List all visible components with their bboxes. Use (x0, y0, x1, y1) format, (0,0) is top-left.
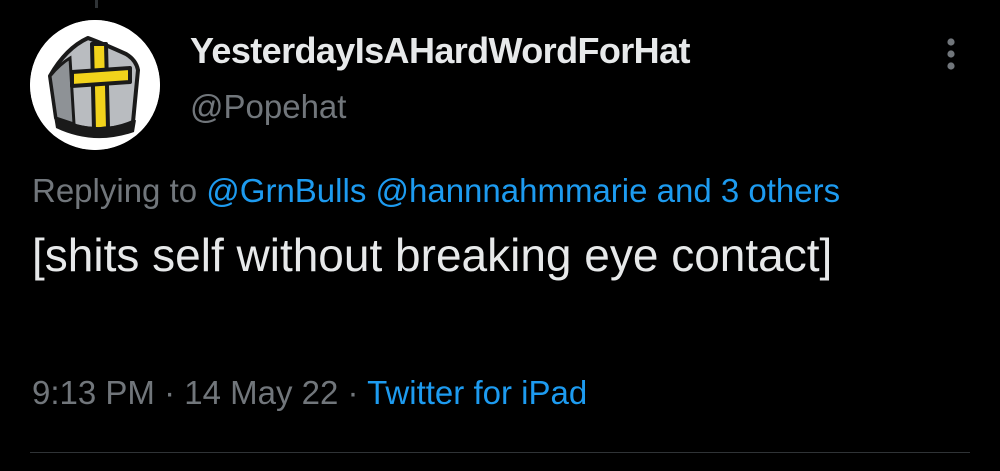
reply-and-word[interactable]: and (657, 172, 712, 209)
tweet-card: YesterdayIsAHardWordForHat @Popehat Repl… (0, 0, 1000, 471)
reply-others-link[interactable]: 3 others (721, 172, 840, 209)
replying-to-label: Replying to (32, 172, 198, 209)
tweet-source-link[interactable]: Twitter for iPad (367, 374, 587, 411)
popehat-mitre-logo-icon (30, 20, 160, 150)
tweet-time[interactable]: 9:13 PM (32, 374, 155, 411)
tweet-metadata: 9:13 PM · 14 May 22 · Twitter for iPad (32, 374, 587, 412)
replying-to-line: Replying to @GrnBulls @hannnahmmarie and… (32, 172, 840, 210)
user-handle[interactable]: @Popehat (190, 88, 346, 126)
metadata-separator: · (164, 374, 176, 411)
tweet-date[interactable]: 14 May 22 (184, 374, 338, 411)
thread-connector-line (95, 0, 98, 8)
more-options-icon[interactable] (936, 34, 966, 74)
reply-mention-link[interactable]: @GrnBulls (206, 172, 366, 209)
reply-mention-link[interactable]: @hannnahmmarie (376, 172, 648, 209)
metadata-separator: · (347, 374, 359, 411)
display-name[interactable]: YesterdayIsAHardWordForHat (190, 30, 690, 72)
tweet-text: [shits self without breaking eye contact… (32, 229, 833, 281)
divider (30, 452, 970, 453)
avatar[interactable] (30, 20, 160, 150)
